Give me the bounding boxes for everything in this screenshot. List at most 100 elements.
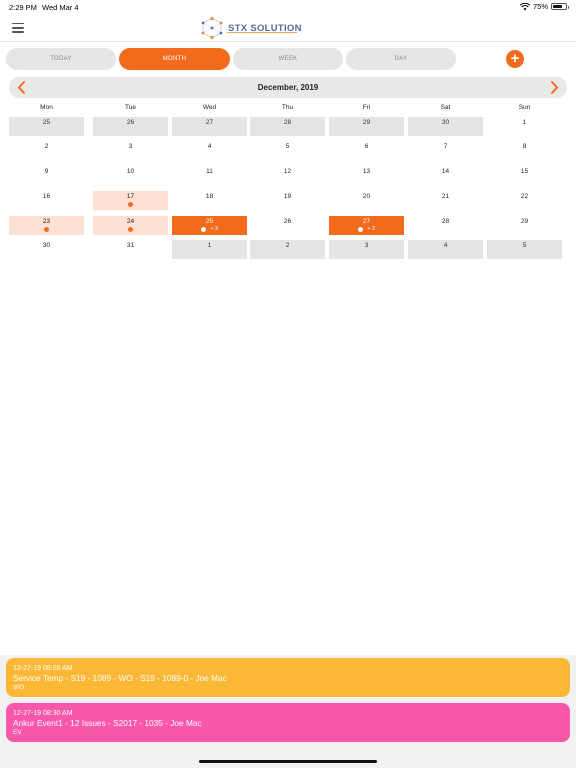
tab-today[interactable]: TODAY <box>6 48 116 70</box>
calendar-day-cell[interactable]: 31 <box>93 240 168 259</box>
calendar-day-cell[interactable]: 4 <box>172 141 247 160</box>
tab-week[interactable]: WEEK <box>233 48 343 70</box>
event-title: Ankur Event1 - 12 Issues - S2017 - 1035 … <box>13 718 202 728</box>
event-card[interactable]: 12-27-19 08:00 AM Service Temp - S19 - 1… <box>6 658 570 697</box>
event-dot-icon <box>200 226 207 233</box>
calendar-day-cell[interactable]: 25 <box>9 117 84 136</box>
calendar-day-cell[interactable]: 6 <box>329 141 404 160</box>
calendar-day-cell[interactable]: 3 <box>93 141 168 160</box>
day-number: 10 <box>126 168 135 175</box>
day-number: 13 <box>362 168 371 175</box>
calendar-day-cell[interactable]: 14 <box>408 166 483 185</box>
day-number: 1 <box>522 119 527 126</box>
calendar-day-cell[interactable]: 19 <box>250 191 325 210</box>
weekday-label: Mon <box>40 104 53 111</box>
event-time: 12-27-19 08:30 AM <box>13 710 73 717</box>
calendar-day-cell[interactable]: 3 <box>329 240 404 259</box>
tab-month[interactable]: MONTH <box>119 48 230 70</box>
day-number: 2 <box>44 143 49 150</box>
day-number: 9 <box>44 168 49 175</box>
calendar-day-cell[interactable]: 22 <box>487 191 562 210</box>
battery-fill <box>553 5 562 8</box>
event-code: WO <box>13 684 25 691</box>
calendar-day-cell[interactable]: 13 <box>329 166 404 185</box>
calendar-day-cell[interactable]: 11 <box>172 166 247 185</box>
calendar-day-cell[interactable]: 25 + 2 <box>172 216 247 235</box>
calendar-day-cell[interactable]: 28 <box>250 117 325 136</box>
home-indicator <box>199 760 377 763</box>
battery-percent: 75% <box>532 2 548 11</box>
calendar-day-cell[interactable]: 10 <box>93 166 168 185</box>
tab-day[interactable]: DAY <box>346 48 456 70</box>
calendar-day-cell[interactable]: 16 <box>9 191 84 210</box>
day-number: 30 <box>42 242 51 249</box>
day-number: 5 <box>522 242 527 249</box>
event-indicator: + 2 <box>172 226 247 233</box>
day-number: 3 <box>364 242 369 249</box>
more-events-count: + 2 <box>367 226 376 232</box>
status-bar: 2:29 PM Wed Mar 4 75% <box>0 0 576 14</box>
calendar-day-cell[interactable]: 27 <box>172 117 247 136</box>
day-number: 14 <box>441 168 450 175</box>
calendar-day-cell[interactable]: 1 <box>172 240 247 259</box>
calendar-day-cell[interactable]: 28 <box>408 216 483 235</box>
logo-underline <box>227 32 297 33</box>
day-number: 3 <box>128 143 133 150</box>
day-number: 16 <box>42 193 51 200</box>
day-number: 28 <box>441 218 450 225</box>
day-number: 20 <box>362 193 371 200</box>
calendar-day-cell[interactable]: 27 + 2 <box>329 216 404 235</box>
calendar-day-cell[interactable]: 7 <box>408 141 483 160</box>
day-number: 29 <box>520 218 529 225</box>
day-number: 26 <box>126 119 135 126</box>
event-dot-icon <box>357 226 364 233</box>
calendar-day-cell[interactable]: 24 <box>93 216 168 235</box>
calendar-day-cell[interactable]: 12 <box>250 166 325 185</box>
day-number: 5 <box>285 143 290 150</box>
menu-icon[interactable] <box>12 23 24 33</box>
calendar-day-cell[interactable]: 4 <box>408 240 483 259</box>
add-event-button[interactable]: + <box>506 50 524 68</box>
calendar-day-cell[interactable]: 5 <box>487 240 562 259</box>
weekday-label: Sat <box>440 104 451 111</box>
day-number: 8 <box>522 143 527 150</box>
calendar-day-cell[interactable]: 29 <box>487 216 562 235</box>
calendar-day-cell[interactable]: 26 <box>93 117 168 136</box>
calendar-day-cell[interactable]: 5 <box>250 141 325 160</box>
calendar-day-cell[interactable]: 20 <box>329 191 404 210</box>
chevron-right-icon[interactable] <box>547 80 561 95</box>
calendar-day-cell[interactable]: 30 <box>408 117 483 136</box>
day-number: 19 <box>283 193 292 200</box>
calendar-day-cell[interactable]: 2 <box>250 240 325 259</box>
view-tabs: TODAY MONTH WEEK DAY <box>6 48 566 70</box>
event-title: Service Temp - S19 - 1089 - WO - S19 - 1… <box>13 673 227 683</box>
calendar-day-cell[interactable]: 18 <box>172 191 247 210</box>
weekday-label: Thu <box>281 104 294 111</box>
status-date: Wed Mar 4 <box>42 3 79 12</box>
calendar-day-cell[interactable]: 17 <box>93 191 168 210</box>
day-number: 1 <box>207 242 212 249</box>
day-number: 18 <box>205 193 214 200</box>
weekday-label: Fri <box>362 104 371 111</box>
wifi-icon <box>519 2 530 10</box>
event-indicator <box>93 201 168 208</box>
calendar-day-cell[interactable]: 21 <box>408 191 483 210</box>
calendar-day-cell[interactable]: 26 <box>250 216 325 235</box>
event-dot-icon <box>43 226 50 233</box>
event-card[interactable]: 12-27-19 08:30 AM Ankur Event1 - 12 Issu… <box>6 703 570 742</box>
calendar-day-cell[interactable]: 15 <box>487 166 562 185</box>
top-bar: STX SOLUTION <box>0 14 576 42</box>
calendar-day-cell[interactable]: 29 <box>329 117 404 136</box>
calendar-day-cell[interactable]: 30 <box>9 240 84 259</box>
calendar-day-cell[interactable]: 1 <box>487 117 562 136</box>
status-right: 75% <box>519 2 569 11</box>
calendar-day-cell[interactable]: 8 <box>487 141 562 160</box>
calendar-day-cell[interactable]: 23 <box>9 216 84 235</box>
calendar-day-cell[interactable]: 2 <box>9 141 84 160</box>
day-number: 4 <box>443 242 448 249</box>
weekday-label: Sun <box>518 104 531 111</box>
event-time: 12-27-19 08:00 AM <box>13 665 73 672</box>
calendar-day-cell[interactable]: 9 <box>9 166 84 185</box>
day-number: 6 <box>364 143 369 150</box>
day-number: 24 <box>126 218 135 225</box>
